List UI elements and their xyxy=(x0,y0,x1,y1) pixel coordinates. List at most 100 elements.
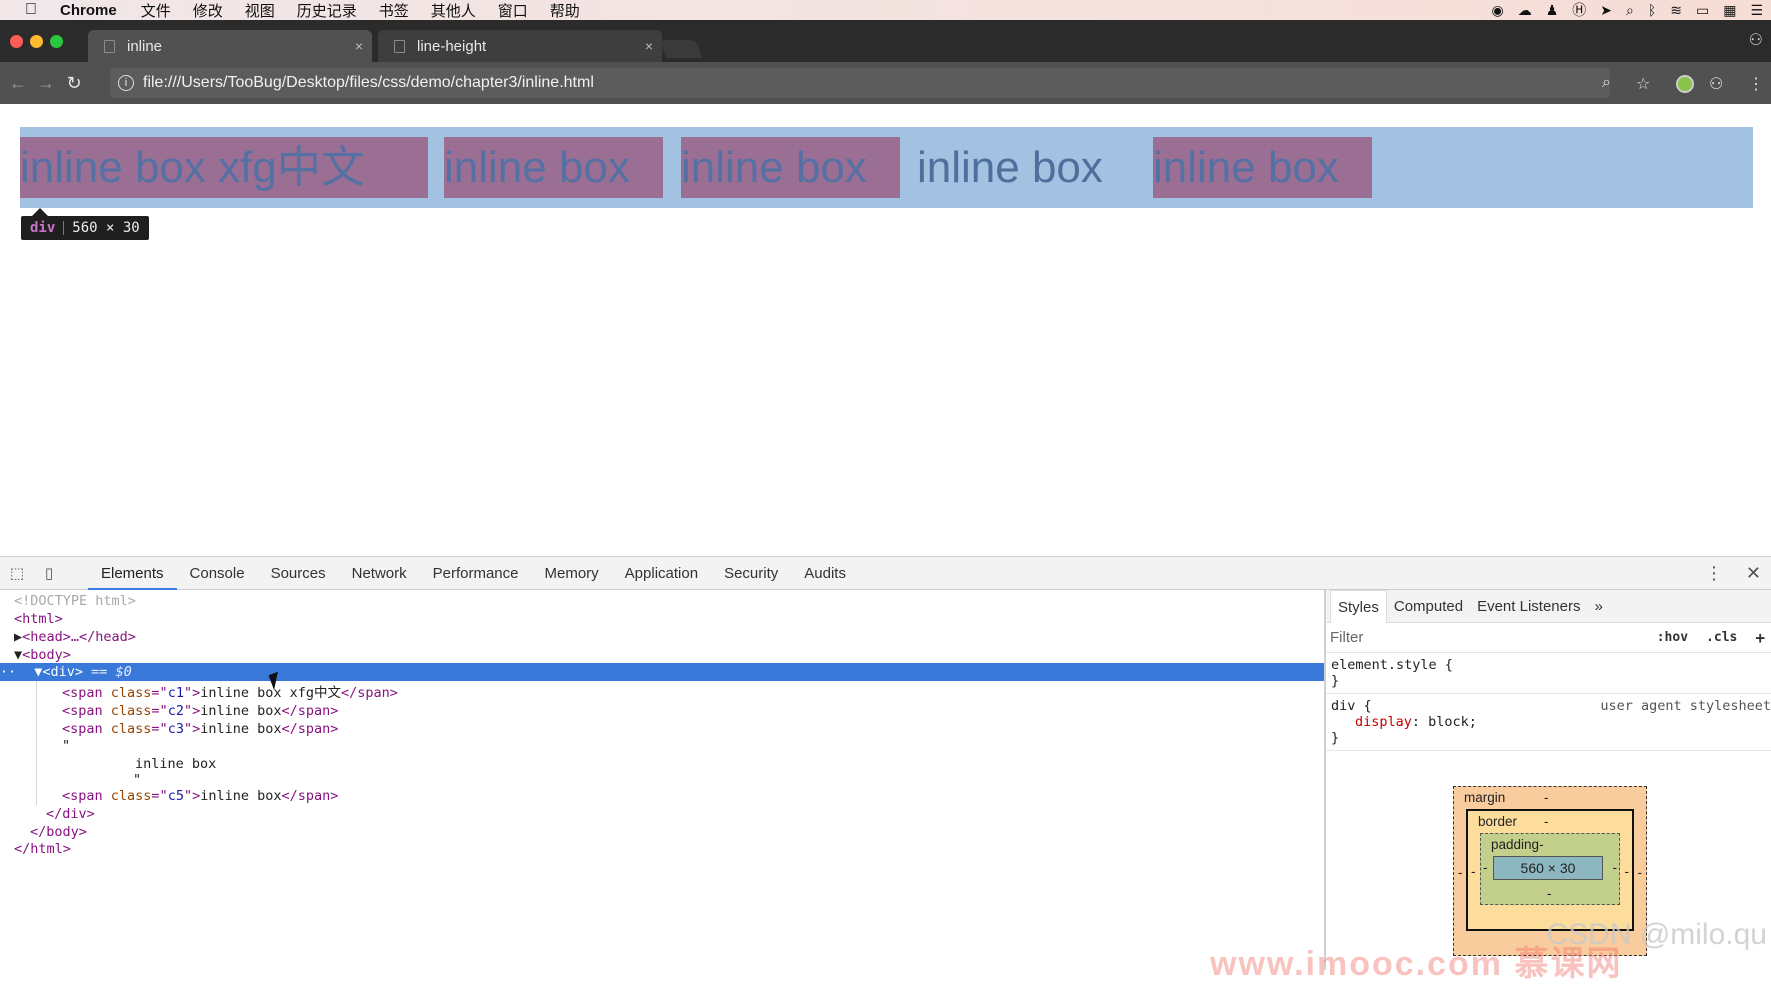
menu-kebab-icon[interactable]: ⋮ xyxy=(1748,74,1764,94)
more-tabs-icon[interactable]: » xyxy=(1587,590,1609,623)
dom-head[interactable]: <head>…</head> xyxy=(22,629,136,645)
tab-computed[interactable]: Computed xyxy=(1387,590,1470,623)
span-c2[interactable]: inline box xyxy=(444,137,663,198)
reload-icon[interactable]: ↻ xyxy=(60,73,88,94)
forward-icon[interactable]: → xyxy=(32,73,60,94)
tab-security[interactable]: Security xyxy=(711,557,791,590)
info-icon[interactable]: i xyxy=(118,75,134,91)
box-model-border[interactable]: border - - - padding- - - - 560 × 30 xyxy=(1466,809,1634,931)
profile-icon[interactable]: ⚇ xyxy=(1709,74,1723,94)
menu-view[interactable]: 视图 xyxy=(245,0,275,21)
menu-history[interactable]: 历史记录 xyxy=(297,0,357,21)
decl-property[interactable]: display xyxy=(1355,714,1412,730)
dom-span-c3[interactable]: <span class="c3">inline box</span> xyxy=(62,720,338,738)
tab-console[interactable]: Console xyxy=(177,557,258,590)
h-icon[interactable]: Ⓗ xyxy=(1572,0,1586,20)
ellipsis-icon[interactable]: ·· xyxy=(0,664,16,680)
tab-performance[interactable]: Performance xyxy=(420,557,532,590)
demo-div[interactable]: inline box xfg中文 inline box inline box i… xyxy=(20,127,1753,208)
box-model-padding[interactable]: padding- - - - 560 × 30 xyxy=(1480,833,1620,905)
hov-toggle[interactable]: :hov xyxy=(1657,630,1688,645)
zoom-icon[interactable]: ⌕ xyxy=(1602,74,1611,92)
extension-icon[interactable] xyxy=(1676,75,1694,93)
menu-edit[interactable]: 修改 xyxy=(193,0,223,21)
dom-text-node[interactable]: inline box xyxy=(135,755,216,773)
device-toolbar-icon[interactable]: ▯ xyxy=(38,564,60,582)
span-c1[interactable]: inline box xfg中文 xyxy=(20,137,428,198)
decl-value[interactable]: block; xyxy=(1428,714,1477,730)
dom-span-c2[interactable]: <span class="c2">inline box</span> xyxy=(62,702,338,720)
menu-file[interactable]: 文件 xyxy=(141,0,171,21)
rule-declaration[interactable]: display: block; xyxy=(1331,714,1766,730)
dom-span-c5[interactable]: <span class="c5">inline box</span> xyxy=(62,787,338,805)
rule-element-style[interactable]: element.style { } xyxy=(1326,653,1771,694)
menu-chrome[interactable]: Chrome xyxy=(60,2,117,19)
tab-application[interactable]: Application xyxy=(612,557,711,590)
styles-filter-input[interactable]: Filter xyxy=(1326,629,1657,646)
tree-guide-line xyxy=(36,681,37,805)
box-model-content[interactable]: 560 × 30 xyxy=(1493,856,1603,880)
dom-doctype[interactable]: <!DOCTYPE html> xyxy=(14,592,136,610)
collapse-arrow-icon[interactable]: ▼ xyxy=(14,647,22,663)
menu-people[interactable]: 其他人 xyxy=(431,0,476,21)
cloud-icon[interactable]: ☁ xyxy=(1518,2,1532,19)
window-zoom-icon[interactable] xyxy=(50,35,63,48)
send-icon[interactable]: ➤ xyxy=(1600,2,1612,19)
tab-close-icon[interactable]: × xyxy=(636,38,662,54)
border-label: border xyxy=(1478,814,1518,829)
expand-arrow-icon[interactable]: ▶ xyxy=(14,629,22,645)
cls-toggle[interactable]: .cls xyxy=(1706,630,1737,645)
tab-memory[interactable]: Memory xyxy=(532,557,612,590)
tab-close-icon[interactable]: × xyxy=(346,38,372,54)
bluetooth-icon[interactable]: ᛒ xyxy=(1648,2,1656,18)
record-icon[interactable]: ◉ xyxy=(1491,2,1503,19)
tab-elements[interactable]: Elements xyxy=(88,557,177,590)
span-c5[interactable]: inline box xyxy=(1153,137,1372,198)
devtools-menu-icon[interactable]: ⋮ xyxy=(1705,563,1723,584)
notification-list-icon[interactable]: ☰ xyxy=(1750,2,1763,19)
span-c3[interactable]: inline box xyxy=(681,137,900,198)
tab-inline[interactable]: inline × xyxy=(88,30,372,62)
window-minimize-icon[interactable] xyxy=(30,35,43,48)
dom-span-c1[interactable]: <span class="c1">inline box xfg中文</span> xyxy=(62,684,398,702)
wifi-icon[interactable]: ≋ xyxy=(1670,2,1682,19)
tab-styles[interactable]: Styles xyxy=(1330,589,1387,623)
devtools-tabbar: ⬚ ▯ Elements Console Sources Network Per… xyxy=(0,557,1771,590)
dom-html-close[interactable]: </html> xyxy=(14,840,71,858)
tab-event-listeners[interactable]: Event Listeners xyxy=(1470,590,1587,623)
inspect-element-icon[interactable]: ⬚ xyxy=(6,564,28,582)
bookmark-star-icon[interactable]: ☆ xyxy=(1636,74,1650,94)
tab-network[interactable]: Network xyxy=(339,557,420,590)
back-icon[interactable]: ← xyxy=(4,73,32,94)
url-text[interactable]: file:///Users/TooBug/Desktop/files/css/d… xyxy=(143,74,594,92)
address-bar[interactable]: i file:///Users/TooBug/Desktop/files/css… xyxy=(110,68,1610,98)
battery-icon[interactable]: ▭ xyxy=(1696,2,1709,19)
dom-head-row[interactable]: ▶<head>…</head> xyxy=(14,628,136,646)
tab-audits[interactable]: Audits xyxy=(791,557,859,590)
apple-menu-icon[interactable]:  xyxy=(20,1,42,19)
devtools-close-icon[interactable]: ✕ xyxy=(1746,563,1761,584)
span-class-value: c5 xyxy=(167,788,184,804)
rule-selector[interactable]: element.style { xyxy=(1331,657,1766,673)
dom-html-open[interactable]: <html> xyxy=(14,610,63,628)
new-tab-button[interactable] xyxy=(659,40,703,58)
rule-div-ua[interactable]: div { user agent stylesheet display: blo… xyxy=(1326,694,1771,751)
tab-line-height[interactable]: line-height × xyxy=(378,30,662,62)
dom-body-row[interactable]: ▼<body> xyxy=(14,646,71,664)
qq-icon[interactable]: ♟ xyxy=(1546,2,1559,19)
add-rule-icon[interactable]: + xyxy=(1755,628,1765,647)
dom-body-close[interactable]: </body> xyxy=(30,823,87,841)
window-close-icon[interactable] xyxy=(10,35,23,48)
dom-div-row-selected[interactable]: ·· ▼<div> == $0 xyxy=(0,663,132,681)
menu-help[interactable]: 帮助 xyxy=(550,0,580,21)
spotlight-search-icon[interactable]: ⌕ xyxy=(1626,2,1634,19)
padding-bottom-value: - xyxy=(1547,886,1552,901)
menu-window[interactable]: 窗口 xyxy=(498,0,528,21)
tab-sources[interactable]: Sources xyxy=(258,557,339,590)
dom-body-open[interactable]: <body> xyxy=(22,647,71,663)
tab-title: line-height xyxy=(417,37,487,55)
menu-bookmarks[interactable]: 书签 xyxy=(379,0,409,21)
dom-div-close[interactable]: </div> xyxy=(46,805,95,823)
dom-div-open[interactable]: <div> xyxy=(42,664,83,680)
flag-us-icon[interactable]: ▦ xyxy=(1723,2,1736,19)
